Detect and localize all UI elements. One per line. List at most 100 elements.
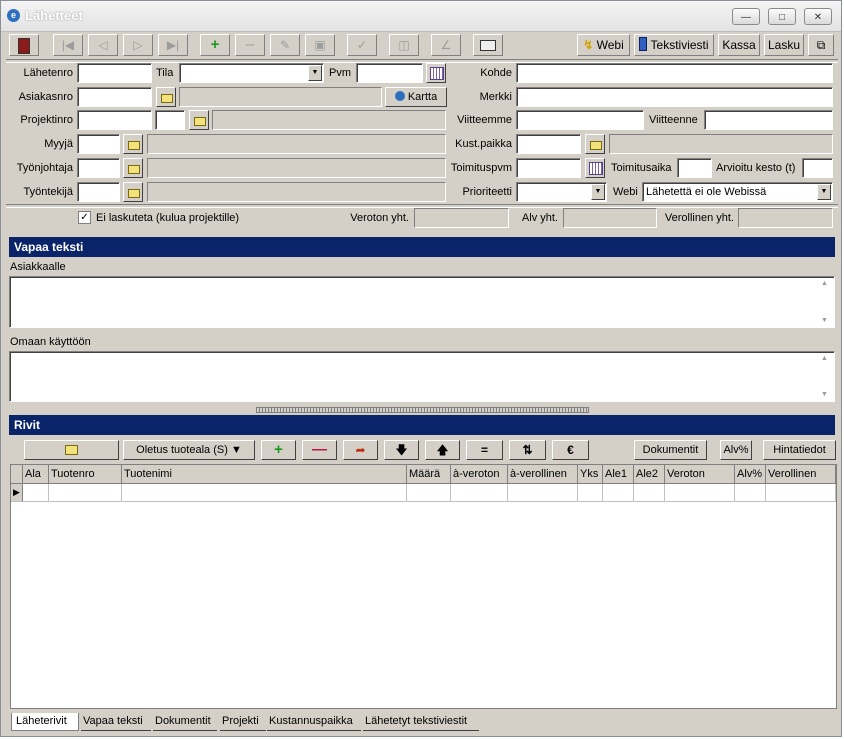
col-header-yks[interactable]: Yks bbox=[578, 465, 603, 484]
tab-vapaa-teksti[interactable]: Vapaa teksti bbox=[81, 713, 151, 731]
scroll-down-icon[interactable]: ▼ bbox=[821, 391, 828, 398]
col-header-ale1[interactable]: Ale1 bbox=[603, 465, 634, 484]
scroll-down-icon[interactable]: ▼ bbox=[821, 317, 828, 324]
move-up-button[interactable]: 🡅 bbox=[425, 440, 460, 460]
rivit-grid[interactable]: Ala Tuotenro Tuotenimi Määrä à-veroton à… bbox=[10, 464, 837, 709]
prioriteetti-select[interactable]: ▼ bbox=[516, 182, 607, 202]
pvm-calendar-icon[interactable] bbox=[426, 63, 446, 83]
col-header-ale2[interactable]: Ale2 bbox=[634, 465, 665, 484]
equals-button[interactable]: = bbox=[466, 440, 503, 460]
tab-laheterivit[interactable]: Läheterivit bbox=[11, 713, 79, 731]
prev-record-button[interactable]: ◁ bbox=[88, 34, 118, 56]
myyja-folder-icon[interactable] bbox=[123, 134, 143, 154]
lahetenro-input[interactable] bbox=[77, 63, 152, 83]
col-header-alv[interactable]: Alv% bbox=[735, 465, 766, 484]
col-header-a-verollinen[interactable]: à-verollinen bbox=[508, 465, 578, 484]
col-header-a-veroton[interactable]: à-veroton bbox=[451, 465, 508, 484]
edit-button[interactable]: ✎ bbox=[270, 34, 300, 56]
kustpaikka-folder-icon[interactable] bbox=[585, 134, 605, 154]
webi-button[interactable]: ↯ Webi bbox=[577, 34, 630, 56]
col-header-ala[interactable]: Ala bbox=[23, 465, 49, 484]
viitteemme-input[interactable] bbox=[516, 110, 644, 130]
splitter-handle[interactable] bbox=[256, 407, 589, 413]
alv-button[interactable]: Alv% bbox=[720, 440, 752, 460]
table-cell[interactable] bbox=[122, 484, 407, 502]
first-record-button[interactable]: |◀ bbox=[53, 34, 83, 56]
tekstiviesti-button[interactable]: Tekstiviesti bbox=[634, 34, 714, 56]
tab-lahetetyt-tekstiviestit[interactable]: Lähetetyt tekstiviestit bbox=[363, 713, 479, 731]
kohde-input[interactable] bbox=[516, 63, 833, 83]
table-cell[interactable] bbox=[49, 484, 122, 502]
toimitusaika-input[interactable] bbox=[677, 158, 712, 178]
table-cell[interactable] bbox=[735, 484, 766, 502]
projekti-folder-icon[interactable] bbox=[189, 110, 209, 130]
table-cell[interactable] bbox=[766, 484, 836, 502]
next-record-button[interactable]: ▷ bbox=[123, 34, 153, 56]
tyonjohtaja-folder-icon[interactable] bbox=[123, 158, 143, 178]
print-button[interactable] bbox=[473, 34, 503, 56]
projekti-sub-input[interactable] bbox=[155, 110, 185, 130]
maximize-button[interactable]: □ bbox=[768, 8, 796, 25]
viitteenne-input[interactable] bbox=[704, 110, 833, 130]
oletus-tuoteala-dropdown[interactable]: Oletus tuoteala (S) ▼ bbox=[123, 440, 255, 460]
col-header-verollinen[interactable]: Verollinen bbox=[766, 465, 836, 484]
table-cell[interactable] bbox=[603, 484, 634, 502]
tab-kustannuspaikka[interactable]: Kustannuspaikka bbox=[267, 713, 361, 731]
toimituspvm-calendar-icon[interactable] bbox=[585, 158, 605, 178]
exit-door-button[interactable] bbox=[9, 34, 39, 56]
table-cell[interactable] bbox=[407, 484, 451, 502]
projektinro-input[interactable] bbox=[77, 110, 152, 130]
table-cell[interactable] bbox=[578, 484, 603, 502]
last-record-button[interactable]: ▶| bbox=[158, 34, 188, 56]
myyja-input[interactable] bbox=[77, 134, 120, 154]
attach-button[interactable]: ∠ bbox=[431, 34, 461, 56]
table-cell[interactable] bbox=[634, 484, 665, 502]
minimize-button[interactable]: — bbox=[732, 8, 760, 25]
col-header-tuotenro[interactable]: Tuotenro bbox=[49, 465, 122, 484]
kartta-button[interactable]: Kartta bbox=[385, 87, 447, 107]
asiakkaalle-textarea[interactable]: ▲ ▼ bbox=[9, 276, 835, 328]
kassa-button[interactable]: Kassa bbox=[718, 34, 760, 56]
asiakasnro-input[interactable] bbox=[77, 87, 152, 107]
merkki-input[interactable] bbox=[516, 87, 833, 107]
close-button[interactable]: ✕ bbox=[804, 8, 832, 25]
add-button[interactable]: + bbox=[200, 34, 230, 56]
table-cell[interactable] bbox=[665, 484, 735, 502]
sort-button[interactable]: ⇅ bbox=[509, 440, 546, 460]
asiakkaalle-scrollbar[interactable]: ▲ ▼ bbox=[819, 278, 833, 326]
remove-row-button[interactable]: — bbox=[302, 440, 337, 460]
lasku-button[interactable]: Lasku bbox=[764, 34, 804, 56]
move-down-button[interactable]: 🡇 bbox=[384, 440, 419, 460]
arvioitu-kesto-input[interactable] bbox=[802, 158, 833, 178]
table-cell[interactable] bbox=[23, 484, 49, 502]
windows-button[interactable]: ⧉ bbox=[808, 34, 834, 56]
col-header-tuotenimi[interactable]: Tuotenimi bbox=[122, 465, 407, 484]
webi-dropdown-arrow[interactable]: ▼ bbox=[817, 184, 831, 200]
accept-button[interactable]: ✓ bbox=[347, 34, 377, 56]
export-row-button[interactable]: ➦ bbox=[343, 440, 378, 460]
dokumentit-button[interactable]: Dokumentit bbox=[634, 440, 707, 460]
omaan-kayttoon-textarea[interactable]: ▲ ▼ bbox=[9, 351, 835, 402]
asiakas-folder-icon[interactable] bbox=[156, 87, 176, 107]
tyontekija-input[interactable] bbox=[77, 182, 120, 202]
tyonjohtaja-input[interactable] bbox=[77, 158, 120, 178]
omaan-scrollbar[interactable]: ▲ ▼ bbox=[819, 353, 833, 400]
tab-projekti[interactable]: Projekti bbox=[220, 713, 266, 731]
col-header-veroton[interactable]: Veroton bbox=[665, 465, 735, 484]
scroll-up-icon[interactable]: ▲ bbox=[821, 280, 828, 287]
hintatiedot-button[interactable]: Hintatiedot bbox=[763, 440, 836, 460]
kustpaikka-input[interactable] bbox=[516, 134, 581, 154]
col-header-maara[interactable]: Määrä bbox=[407, 465, 451, 484]
tila-select[interactable]: ▼ bbox=[179, 63, 324, 83]
pvm-input[interactable] bbox=[356, 63, 423, 83]
ei-laskuteta-checkbox[interactable]: ✓ bbox=[78, 211, 91, 224]
save-button[interactable]: ▣ bbox=[305, 34, 335, 56]
tila-dropdown-arrow[interactable]: ▼ bbox=[308, 65, 322, 81]
scroll-up-icon[interactable]: ▲ bbox=[821, 355, 828, 362]
tyontekija-folder-icon[interactable] bbox=[123, 182, 143, 202]
remove-button[interactable]: – bbox=[235, 34, 265, 56]
rivit-folder-button[interactable] bbox=[24, 440, 119, 460]
table-cell[interactable] bbox=[451, 484, 508, 502]
add-row-button[interactable]: + bbox=[261, 440, 296, 460]
euro-button[interactable]: € bbox=[552, 440, 589, 460]
